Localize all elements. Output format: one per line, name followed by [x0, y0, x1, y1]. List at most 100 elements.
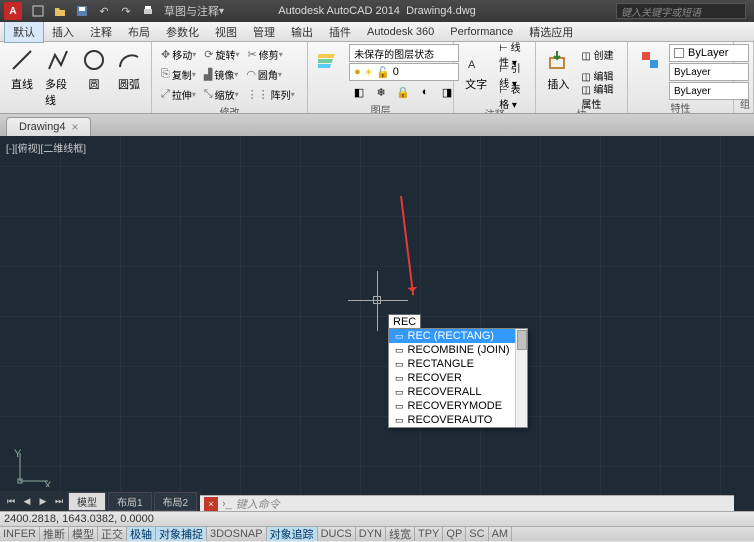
layer-properties-button[interactable] [314, 44, 346, 76]
status-toggle[interactable]: 模型 [69, 527, 98, 541]
panel-annotate: A文字 ⊢ 线性 ▾⊢ 引线 ▾⊢ 表格 ▾ 注释 [454, 42, 536, 113]
layer-combo[interactable]: ● ☀ 🔓 0 [349, 63, 459, 81]
layout-tab-model[interactable]: 模型 [68, 492, 106, 511]
ribbon-tab[interactable]: 视图 [207, 22, 245, 42]
panel-properties: ByLayer ByLayer ByLayer 特性 [628, 42, 734, 113]
chevron-icon[interactable]: ›_ [222, 498, 232, 510]
mirror-button[interactable]: ▟镜像▾ [201, 65, 241, 83]
panel-modify: ✥移动▾⟳旋转▾✂修剪▾⎘复制▾▟镜像▾◠圆角▾⤢拉伸▾⤡缩放▾⋮⋮阵列▾ 修改 [152, 42, 308, 113]
block-button[interactable]: ◫ 创建 [577, 45, 617, 63]
ribbon-tab[interactable]: 插件 [321, 22, 359, 42]
layer-freeze-icon[interactable]: ❄ [371, 83, 391, 101]
status-toggle[interactable]: 对象追踪 [267, 527, 318, 541]
ribbon-tab[interactable]: 注释 [82, 22, 120, 42]
ribbon-tab[interactable]: 布局 [120, 22, 158, 42]
status-toggle[interactable]: 线宽 [386, 527, 415, 541]
block-button[interactable]: ◫ 编辑属性 [577, 87, 621, 105]
insert-block-button[interactable]: 插入 [542, 44, 574, 94]
layout-tab[interactable]: 布局2 [154, 492, 198, 511]
autocomplete-item[interactable]: ▭RECOVERAUTO [389, 413, 515, 427]
status-toggle[interactable]: QP [443, 527, 466, 541]
ucs-icon: XY [14, 447, 54, 487]
nav-prev-icon[interactable]: ◀ [20, 494, 34, 508]
status-bar: 2400.2818, 1643.0382, 0.0000 [0, 511, 754, 526]
coordinates-readout: 2400.2818, 1643.0382, 0.0000 [4, 513, 154, 525]
status-toggle[interactable]: INFER [0, 527, 40, 541]
command-hint: 键入命令 [236, 496, 280, 512]
print-icon[interactable] [138, 2, 158, 20]
save-icon[interactable] [72, 2, 92, 20]
annot-button[interactable]: ⊢ 表格 ▾ [495, 87, 529, 105]
ribbon-tab[interactable]: 管理 [245, 22, 283, 42]
trim-button[interactable]: ✂修剪▾ [244, 45, 285, 63]
status-toggle[interactable]: 正交 [98, 527, 127, 541]
ribbon-tab[interactable]: 插入 [44, 22, 82, 42]
polyline-button[interactable]: 多段线 [41, 44, 75, 110]
ribbon-tab[interactable]: 参数化 [158, 22, 207, 42]
autocomplete-item[interactable]: ▭RECOVER [389, 371, 515, 385]
ribbon-tabs: 默认插入注释布局参数化视图管理输出插件Autodesk 360Performan… [0, 22, 754, 42]
autocomplete-item[interactable]: ▭RECOVERYMODE [389, 399, 515, 413]
status-toggle[interactable]: TPY [415, 527, 443, 541]
status-toggle[interactable]: 3DOSNAP [207, 527, 267, 541]
viewport-controls[interactable]: [-][俯视][二维线框] [6, 140, 86, 155]
ribbon-tab[interactable]: Autodesk 360 [359, 24, 442, 40]
status-toggle[interactable]: DUCS [318, 527, 356, 541]
app-icon[interactable]: A [4, 2, 22, 20]
new-icon[interactable] [28, 2, 48, 20]
panel-title: 特性 [634, 100, 727, 114]
ribbon-tab[interactable]: 默认 [4, 21, 44, 43]
document-tab[interactable]: Drawing4 × [6, 117, 91, 136]
undo-icon[interactable]: ↶ [94, 2, 114, 20]
scrollbar[interactable] [515, 329, 527, 427]
stretch-button[interactable]: ⤢拉伸▾ [158, 85, 199, 103]
autocomplete-item[interactable]: ▭RECOMBINE (JOIN) [389, 343, 515, 357]
status-toggle[interactable]: SC [466, 527, 488, 541]
circle-button[interactable]: 圆 [78, 44, 110, 94]
layer-lock-icon[interactable]: 🔒 [393, 83, 413, 101]
status-toggle[interactable]: 对象捕捉 [156, 527, 207, 541]
panel-group: 组 [734, 42, 754, 113]
open-icon[interactable] [50, 2, 70, 20]
panel-draw: 直线多段线圆圆弧 绘图 [0, 42, 152, 113]
panel-title: 组 [740, 96, 747, 111]
close-icon[interactable]: × [71, 120, 78, 134]
nav-last-icon[interactable]: ⏭ [52, 494, 66, 508]
nav-next-icon[interactable]: ▶ [36, 494, 50, 508]
status-toggle[interactable]: AM [489, 527, 513, 541]
help-search-input[interactable]: 键入关键字或短语 [616, 3, 746, 19]
redo-icon[interactable]: ↷ [116, 2, 136, 20]
autocomplete-item[interactable]: ▭RECOVERALL [389, 385, 515, 399]
close-icon[interactable]: × [204, 497, 218, 511]
text-button[interactable]: A文字 [460, 44, 492, 94]
copy-button[interactable]: ⎘复制▾ [158, 65, 199, 83]
status-toggle[interactable]: DYN [356, 527, 386, 541]
autocomplete-item[interactable]: ▭REC (RECTANG) [389, 329, 515, 343]
match-prop-button[interactable] [634, 44, 666, 76]
autocomplete-item[interactable]: ▭RECTANGLE [389, 357, 515, 371]
nav-first-icon[interactable]: ⏮ [4, 494, 18, 508]
drawing-canvas[interactable]: [-][俯视][二维线框] document.write(Array.from(… [0, 136, 754, 511]
array-button[interactable]: ⋮⋮阵列▾ [244, 85, 298, 103]
move-button[interactable]: ✥移动▾ [158, 45, 199, 63]
ribbon-tab[interactable]: 精选应用 [521, 22, 581, 42]
layer-off-icon[interactable]: ◐ [415, 83, 435, 101]
layout-tab[interactable]: 布局1 [108, 492, 152, 511]
arc-button[interactable]: 圆弧 [113, 44, 145, 94]
title-text: Autodesk AutoCAD 2014 Drawing4.dwg [278, 5, 476, 17]
panel-layer: 未保存的图层状态 ● ☀ 🔓 0 ◧ ❄ 🔒 ◐ ◨ 图层 [308, 42, 454, 113]
status-toggle[interactable]: 推断 [40, 527, 69, 541]
layer-state-combo[interactable]: 未保存的图层状态 [349, 44, 459, 62]
ribbon-tab[interactable]: 输出 [283, 22, 321, 42]
panel-title: 图层 [314, 102, 447, 114]
scale-button[interactable]: ⤡缩放▾ [201, 85, 242, 103]
rotate-button[interactable]: ⟳旋转▾ [201, 45, 242, 63]
command-line[interactable]: × ›_ 键入命令 [200, 495, 734, 511]
fillet-button[interactable]: ◠圆角▾ [243, 65, 285, 83]
status-toggle[interactable]: 极轴 [127, 527, 156, 541]
ribbon-tab[interactable]: Performance [442, 24, 521, 40]
layer-iso-icon[interactable]: ◧ [349, 83, 369, 101]
line-button[interactable]: 直线 [6, 44, 38, 94]
workspace-dropdown[interactable]: 草图与注释 ▾ [160, 2, 228, 20]
panel-block: 插入 ◫ 创建◫ 编辑◫ 编辑属性 块 [536, 42, 628, 113]
